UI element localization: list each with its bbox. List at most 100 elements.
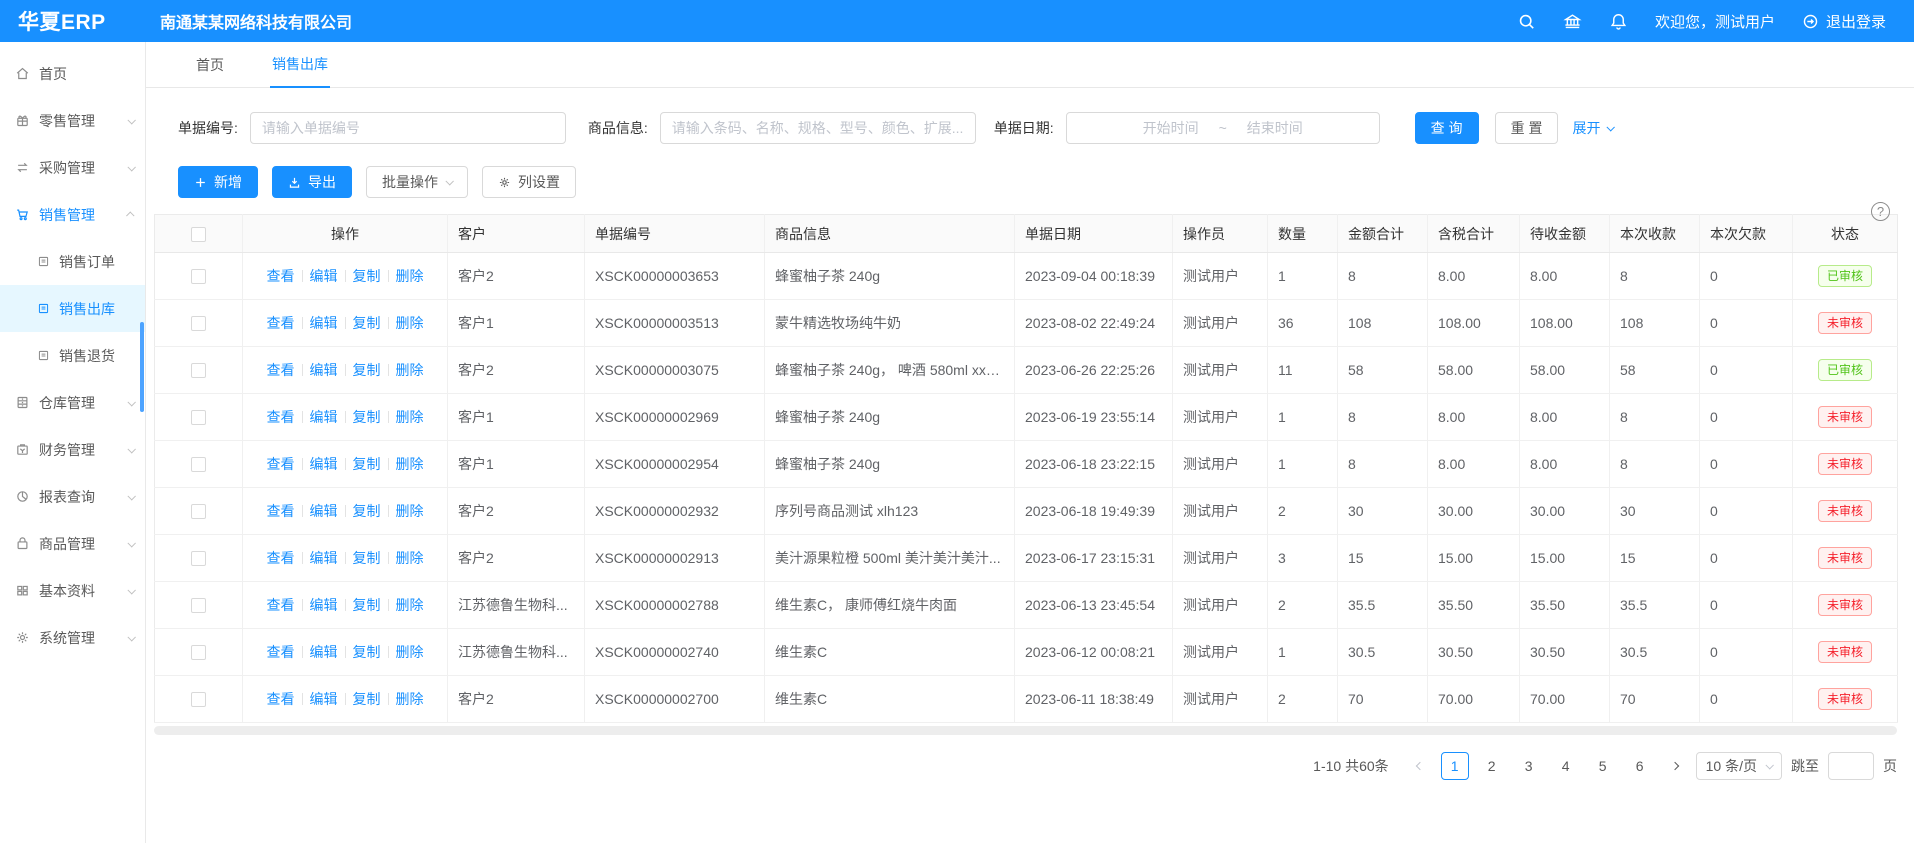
qty-cell: 1	[1268, 394, 1338, 441]
copy-link[interactable]: 复制	[353, 268, 381, 284]
material-info-input[interactable]	[660, 112, 976, 144]
tenant-bank-icon[interactable]	[1563, 12, 1582, 31]
help-icon[interactable]: ?	[1871, 202, 1890, 221]
sidebar-scrollbar-thumb[interactable]	[140, 322, 144, 412]
notification-bell-icon[interactable]	[1609, 12, 1628, 31]
logout-button[interactable]: 退出登录	[1802, 11, 1886, 32]
page-number-1[interactable]: 1	[1441, 752, 1469, 780]
filter-bar: 单据编号: 商品信息: 单据日期: 开始时间 ~ 结束时间 查 询 重 置 展开	[178, 112, 1898, 144]
delete-link[interactable]: 删除	[396, 362, 424, 378]
tab-sales-outbound[interactable]: 销售出库	[270, 54, 330, 88]
page-number-4[interactable]: 4	[1552, 752, 1580, 780]
page-number-2[interactable]: 2	[1478, 752, 1506, 780]
received-cell: 30	[1610, 488, 1700, 535]
copy-link[interactable]: 复制	[353, 597, 381, 613]
edit-link[interactable]: 编辑	[310, 597, 338, 613]
view-link[interactable]: 查看	[267, 691, 295, 707]
search-icon[interactable]	[1517, 12, 1536, 31]
edit-link[interactable]: 编辑	[310, 362, 338, 378]
edit-link[interactable]: 编辑	[310, 315, 338, 331]
edit-link[interactable]: 编辑	[310, 456, 338, 472]
sidebar-item-purchase[interactable]: 采购管理	[0, 144, 145, 191]
delete-link[interactable]: 删除	[396, 503, 424, 519]
edit-link[interactable]: 编辑	[310, 503, 338, 519]
edit-link[interactable]: 编辑	[310, 550, 338, 566]
sidebar-item-reports[interactable]: 报表查询	[0, 473, 145, 520]
row-checkbox[interactable]	[191, 363, 206, 378]
tab-home[interactable]: 首页	[194, 55, 226, 87]
row-checkbox[interactable]	[191, 457, 206, 472]
prev-page-button[interactable]	[1408, 752, 1432, 780]
row-checkbox[interactable]	[191, 410, 206, 425]
action-divider	[302, 646, 303, 658]
edit-link[interactable]: 编辑	[310, 268, 338, 284]
row-checkbox[interactable]	[191, 551, 206, 566]
delete-link[interactable]: 删除	[396, 456, 424, 472]
delete-link[interactable]: 删除	[396, 550, 424, 566]
page-number-5[interactable]: 5	[1589, 752, 1617, 780]
sidebar-item-sales-outbound[interactable]: 销售出库	[0, 285, 145, 332]
column-settings-button[interactable]: 列设置	[482, 166, 576, 198]
bill-no-input[interactable]	[250, 112, 566, 144]
edit-link[interactable]: 编辑	[310, 409, 338, 425]
sidebar-item-finance[interactable]: 财务管理	[0, 426, 145, 473]
batch-operations-button[interactable]: 批量操作	[366, 166, 468, 198]
bill-no-cell: XSCK00000003075	[585, 347, 765, 394]
sidebar-item-warehouse[interactable]: 仓库管理	[0, 379, 145, 426]
view-link[interactable]: 查看	[267, 456, 295, 472]
delete-link[interactable]: 删除	[396, 315, 424, 331]
copy-link[interactable]: 复制	[353, 550, 381, 566]
view-link[interactable]: 查看	[267, 550, 295, 566]
copy-link[interactable]: 复制	[353, 409, 381, 425]
sidebar-item-sales-return[interactable]: 销售退货	[0, 332, 145, 379]
sidebar-item-home[interactable]: 首页	[0, 50, 145, 97]
expand-filters-link[interactable]: 展开	[1572, 118, 1613, 138]
sidebar-item-sales-order[interactable]: 销售订单	[0, 238, 145, 285]
row-checkbox[interactable]	[191, 645, 206, 660]
delete-link[interactable]: 删除	[396, 644, 424, 660]
delete-link[interactable]: 删除	[396, 691, 424, 707]
sidebar-item-sales[interactable]: 销售管理	[0, 191, 145, 238]
edit-link[interactable]: 编辑	[310, 691, 338, 707]
copy-link[interactable]: 复制	[353, 644, 381, 660]
search-button[interactable]: 查 询	[1415, 112, 1479, 144]
sidebar-item-retail[interactable]: 零售管理	[0, 97, 145, 144]
view-link[interactable]: 查看	[267, 362, 295, 378]
delete-link[interactable]: 删除	[396, 268, 424, 284]
view-link[interactable]: 查看	[267, 409, 295, 425]
delete-link[interactable]: 删除	[396, 597, 424, 613]
page-size-select[interactable]: 10 条/页	[1696, 752, 1782, 780]
amount-tax-cell: 30.50	[1428, 629, 1520, 676]
row-checkbox[interactable]	[191, 504, 206, 519]
copy-link[interactable]: 复制	[353, 691, 381, 707]
sidebar-item-system[interactable]: 系统管理	[0, 614, 145, 661]
copy-link[interactable]: 复制	[353, 503, 381, 519]
row-checkbox[interactable]	[191, 269, 206, 284]
jump-to-page-input[interactable]	[1828, 752, 1874, 780]
date-range-picker[interactable]: 开始时间 ~ 结束时间	[1066, 112, 1380, 144]
next-page-button[interactable]	[1663, 752, 1687, 780]
page-number-6[interactable]: 6	[1626, 752, 1654, 780]
add-button[interactable]: 新增	[178, 166, 258, 198]
export-button[interactable]: 导出	[272, 166, 352, 198]
row-checkbox[interactable]	[191, 692, 206, 707]
edit-link[interactable]: 编辑	[310, 644, 338, 660]
table-horizontal-scrollbar[interactable]	[154, 726, 1897, 735]
copy-link[interactable]: 复制	[353, 456, 381, 472]
view-link[interactable]: 查看	[267, 597, 295, 613]
copy-link[interactable]: 复制	[353, 362, 381, 378]
row-checkbox[interactable]	[191, 316, 206, 331]
row-checkbox[interactable]	[191, 598, 206, 613]
amount-tax-cell: 58.00	[1428, 347, 1520, 394]
reset-button[interactable]: 重 置	[1495, 112, 1559, 144]
sidebar-item-basedata[interactable]: 基本资料	[0, 567, 145, 614]
view-link[interactable]: 查看	[267, 644, 295, 660]
view-link[interactable]: 查看	[267, 315, 295, 331]
view-link[interactable]: 查看	[267, 503, 295, 519]
select-all-checkbox[interactable]	[191, 227, 206, 242]
page-number-3[interactable]: 3	[1515, 752, 1543, 780]
view-link[interactable]: 查看	[267, 268, 295, 284]
sidebar-item-goods[interactable]: 商品管理	[0, 520, 145, 567]
copy-link[interactable]: 复制	[353, 315, 381, 331]
delete-link[interactable]: 删除	[396, 409, 424, 425]
